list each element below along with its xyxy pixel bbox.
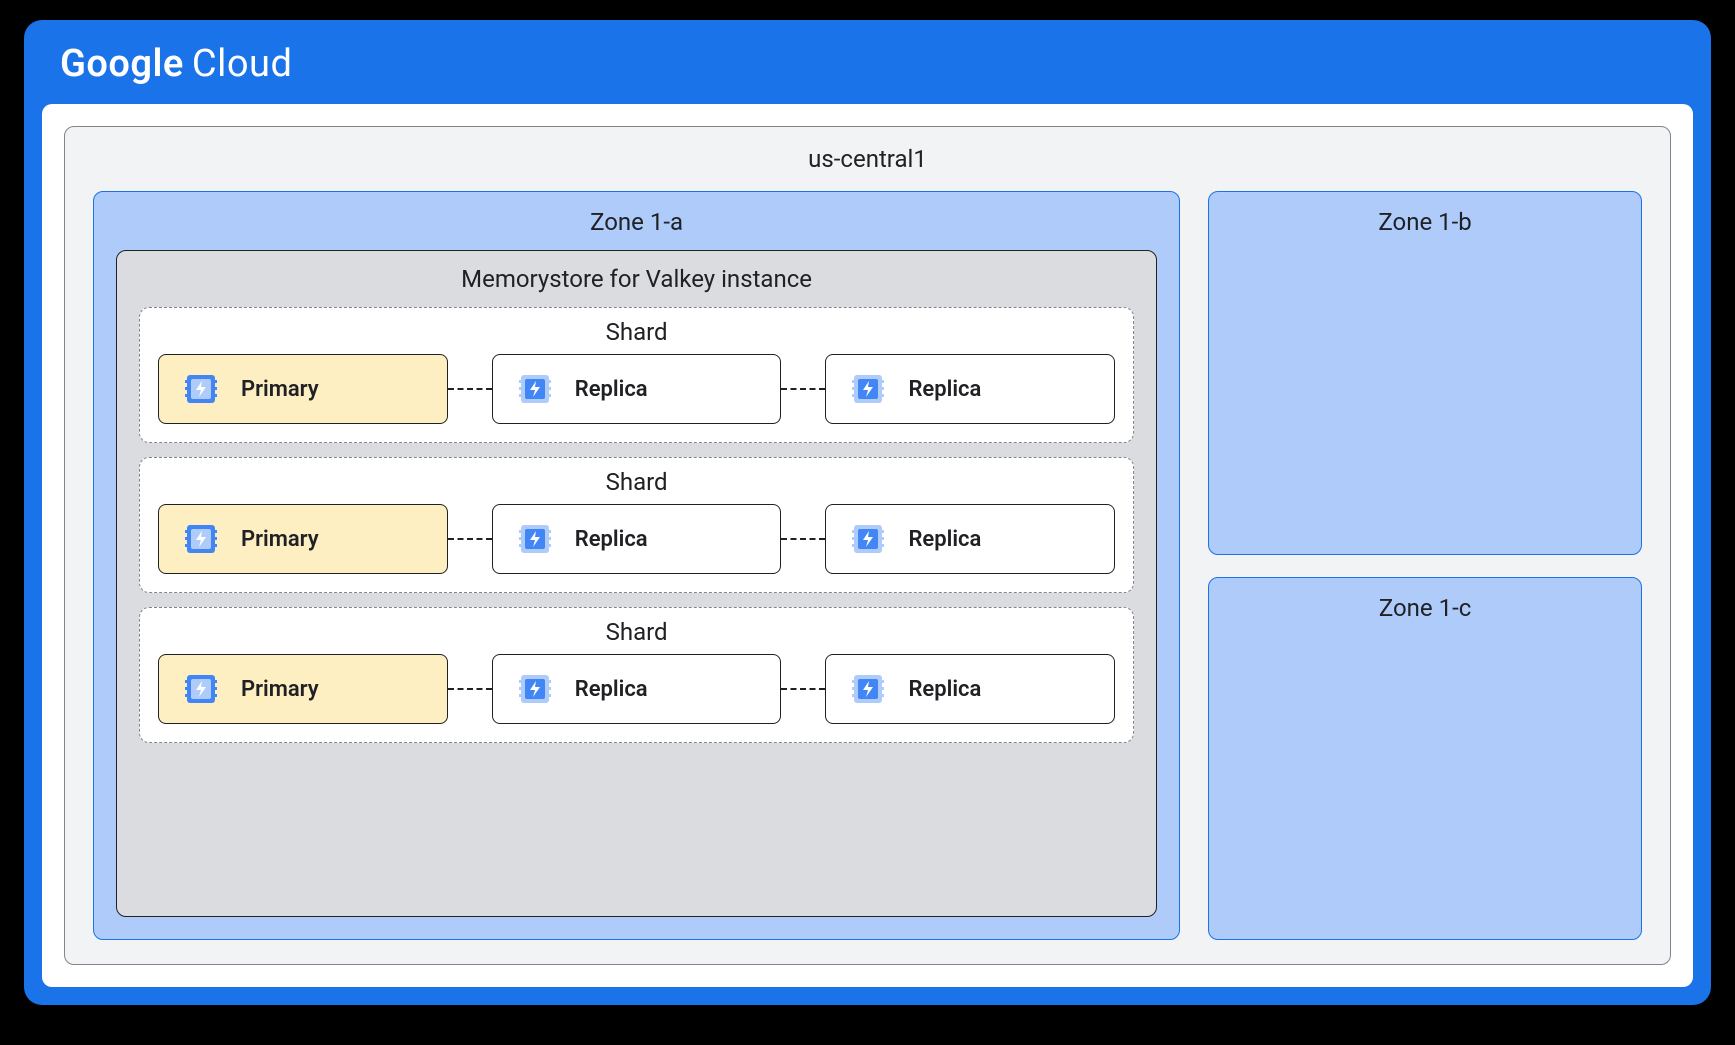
- shard-1-replica-0-label: Replica: [575, 527, 648, 552]
- shard-1-replica-1-node: Replica: [825, 504, 1115, 574]
- zone-1b-title: Zone 1-b: [1231, 208, 1619, 236]
- memorystore-instance: Memorystore for Valkey instance Shard Pr…: [116, 250, 1157, 917]
- shard-1-replica-0-node: Replica: [492, 504, 782, 574]
- connector-line: [781, 688, 825, 690]
- region-box: us-central1 Zone 1-a Memorystore for Val…: [64, 126, 1671, 965]
- shard-0: Shard Primary Replica: [139, 307, 1134, 443]
- connector-line: [448, 388, 492, 390]
- memorystore-replica-icon: [848, 519, 888, 559]
- memorystore-replica-icon: [848, 669, 888, 709]
- shard-1: Shard Primary Replica: [139, 457, 1134, 593]
- shard-0-replica-0-label: Replica: [575, 377, 648, 402]
- shard-0-primary-node: Primary: [158, 354, 448, 424]
- shard-1-primary-node: Primary: [158, 504, 448, 574]
- zone-1b: Zone 1-b: [1208, 191, 1642, 555]
- shard-2-replica-0-node: Replica: [492, 654, 782, 724]
- shard-2-replica-1-label: Replica: [908, 677, 981, 702]
- connector-line: [448, 538, 492, 540]
- memorystore-replica-icon: [848, 369, 888, 409]
- zone-1a: Zone 1-a Memorystore for Valkey instance…: [93, 191, 1180, 940]
- shard-2: Shard Primary Replica: [139, 607, 1134, 743]
- shard-2-replica-1-node: Replica: [825, 654, 1115, 724]
- memorystore-replica-icon: [515, 519, 555, 559]
- shard-2-replica-0-label: Replica: [575, 677, 648, 702]
- shard-2-title: Shard: [158, 618, 1115, 646]
- logo-word-google: Google: [60, 42, 184, 86]
- memorystore-replica-icon: [515, 369, 555, 409]
- memorystore-primary-icon: [181, 669, 221, 709]
- shard-0-replica-1-node: Replica: [825, 354, 1115, 424]
- zone-1c-title: Zone 1-c: [1231, 594, 1619, 622]
- shard-2-nodes: Primary Replica Replica: [158, 654, 1115, 724]
- memorystore-replica-icon: [515, 669, 555, 709]
- shard-1-primary-label: Primary: [241, 527, 319, 552]
- google-cloud-logo: Google Cloud: [42, 38, 1693, 104]
- zone-1c: Zone 1-c: [1208, 577, 1642, 941]
- shard-1-title: Shard: [158, 468, 1115, 496]
- shard-0-replica-1-label: Replica: [908, 377, 981, 402]
- shard-0-primary-label: Primary: [241, 377, 319, 402]
- zones-right-column: Zone 1-b Zone 1-c: [1208, 191, 1642, 940]
- shard-0-replica-0-node: Replica: [492, 354, 782, 424]
- shard-0-nodes: Primary Replica Replica: [158, 354, 1115, 424]
- connector-line: [781, 388, 825, 390]
- instance-title: Memorystore for Valkey instance: [139, 265, 1134, 293]
- connector-line: [448, 688, 492, 690]
- shard-2-primary-node: Primary: [158, 654, 448, 724]
- shard-0-title: Shard: [158, 318, 1115, 346]
- region-title: us-central1: [93, 145, 1642, 173]
- memorystore-primary-icon: [181, 369, 221, 409]
- zones-row: Zone 1-a Memorystore for Valkey instance…: [93, 191, 1642, 940]
- logo-word-cloud: Cloud: [192, 42, 293, 86]
- memorystore-primary-icon: [181, 519, 221, 559]
- connector-line: [781, 538, 825, 540]
- google-cloud-frame: Google Cloud us-central1 Zone 1-a Memory…: [24, 20, 1711, 1005]
- zone-1a-title: Zone 1-a: [116, 208, 1157, 236]
- shard-1-replica-1-label: Replica: [908, 527, 981, 552]
- shard-1-nodes: Primary Replica Replica: [158, 504, 1115, 574]
- shard-2-primary-label: Primary: [241, 677, 319, 702]
- white-inner-panel: us-central1 Zone 1-a Memorystore for Val…: [42, 104, 1693, 987]
